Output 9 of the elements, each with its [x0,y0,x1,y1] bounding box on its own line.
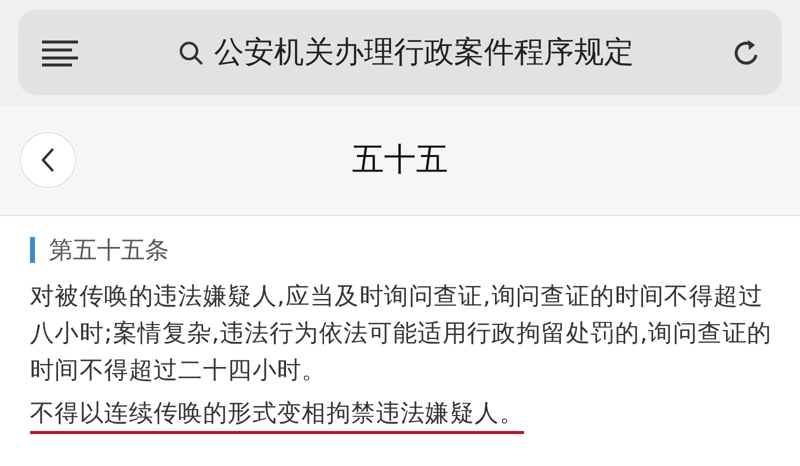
chevron-left-icon [40,147,56,173]
page-title: 五十五 [352,139,448,180]
search-icon [178,40,204,66]
article-paragraph: 不得以连续传唤的形式变相拘禁违法嫌疑人。 [30,395,778,432]
menu-icon[interactable] [40,38,80,66]
refresh-icon[interactable] [732,38,760,68]
article-heading: 第五十五条 [49,235,169,266]
article-paragraph: 对被传唤的违法嫌疑人,应当及时询问查证,询问查证的时间不得超过八小时;案情复杂,违法行为依法可能适用行政拘留处罚的,询问查证的时间不得超过二十四小时。 [30,281,773,386]
accent-bar [30,237,35,263]
